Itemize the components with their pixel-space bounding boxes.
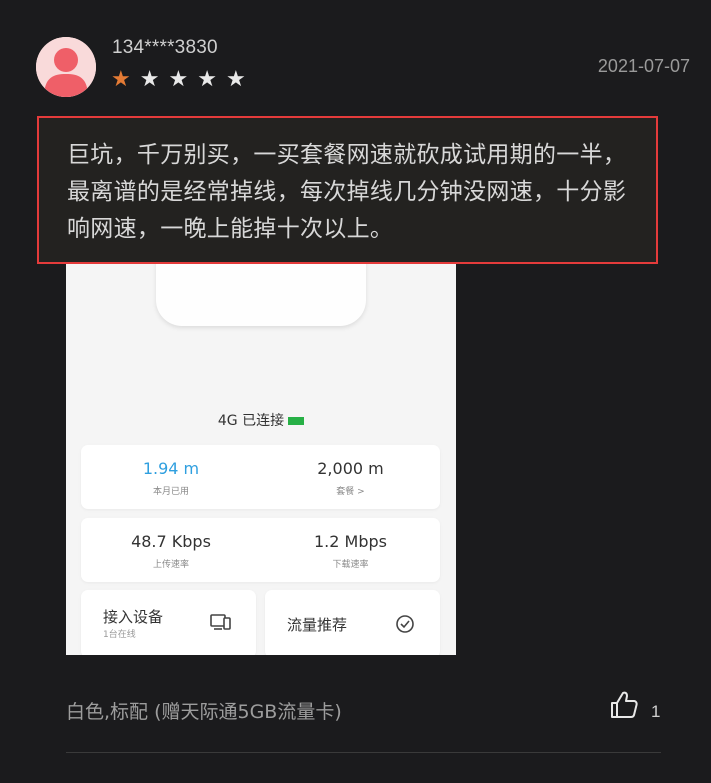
used-data-value: 1.94 m: [142, 459, 200, 478]
product-spec: 白色,标配 (赠天际通5GB流量卡): [66, 701, 342, 723]
star-icon-empty: ★: [168, 67, 189, 92]
star-icon-filled: ★: [111, 67, 131, 92]
connection-status: 4G 已连接: [66, 410, 456, 430]
package-card: 流量推荐: [265, 590, 440, 655]
star-rating: ★ ★ ★ ★ ★: [111, 69, 246, 91]
review-text-highlight: 巨坑，千万别买，一买套餐网速就砍成试用期的一半，最离谱的是经常掉线，每次掉线几分…: [37, 116, 658, 264]
review-text: 巨坑，千万别买，一买套餐网速就砍成试用期的一半，最离谱的是经常掉线，每次掉线几分…: [67, 142, 627, 242]
review-photo[interactable]: 4G 已连接 1.94 m 本月已用 2,000 m 套餐 > 48.7 Kbp…: [66, 224, 456, 655]
connected-devices-card: 接入设备 1台在线: [81, 590, 256, 655]
battery-icon: [288, 417, 305, 425]
star-icon-empty: ★: [197, 67, 217, 92]
refresh-icon: [396, 615, 414, 633]
upload-speed-value: 48.7 Kbps: [131, 532, 211, 551]
plan-data-value: 2,000 m: [317, 459, 384, 478]
username: 134****3830: [112, 37, 218, 58]
devices-icon: [210, 614, 231, 630]
upload-speed-label: 上传速率: [152, 560, 189, 570]
like-count: 1: [651, 702, 661, 721]
star-icon-empty: ★: [139, 67, 160, 92]
plan-data-label: 套餐 >: [336, 487, 365, 497]
download-speed-value: 1.2 Mbps: [314, 532, 387, 551]
review-date: 2021-07-07: [597, 56, 690, 76]
download-speed-label: 下载速率: [332, 560, 369, 570]
package-label: 流量推荐: [287, 616, 348, 634]
connected-devices-sub: 1台在线: [103, 630, 136, 640]
user-avatar[interactable]: [36, 37, 96, 97]
divider: [66, 752, 661, 753]
connected-devices-label: 接入设备: [103, 608, 164, 626]
usage-card: 1.94 m 本月已用 2,000 m 套餐 >: [81, 445, 440, 509]
used-data-label: 本月已用: [152, 487, 189, 497]
star-icon-empty: ★: [225, 67, 246, 92]
speed-card: 48.7 Kbps 上传速率 1.2 Mbps 下载速率: [81, 518, 440, 582]
thumbs-up-icon[interactable]: [609, 690, 639, 720]
default-user-avatar-icon: [36, 37, 96, 97]
